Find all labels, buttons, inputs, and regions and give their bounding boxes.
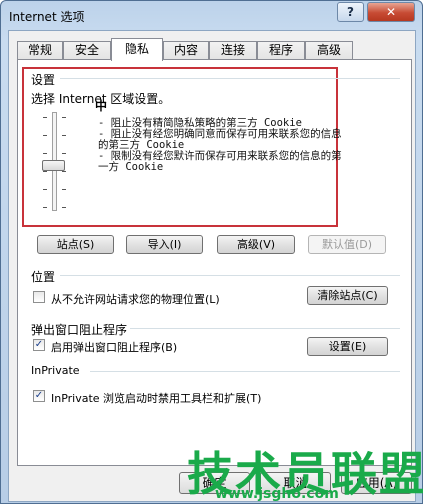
slider-tick	[43, 171, 47, 172]
sites-button[interactable]: 站点(S)	[37, 235, 114, 254]
popup-divider	[130, 328, 400, 329]
close-button[interactable]: ✕	[367, 2, 415, 22]
settings-divider	[60, 78, 400, 79]
tab-advanced[interactable]: 高级	[305, 41, 353, 60]
tab-content[interactable]: 内容	[163, 41, 209, 60]
settings-group-label: 设置	[31, 73, 56, 87]
inprivate-checkbox-label[interactable]: InPrivate 浏览启动时禁用工具栏和扩展(T)	[51, 390, 261, 406]
popup-checkbox[interactable]: ✓	[33, 339, 45, 351]
location-divider	[60, 275, 400, 276]
help-button[interactable]: ?	[337, 2, 364, 22]
location-checkbox[interactable]	[33, 291, 45, 303]
tab-privacy[interactable]: 隐私	[111, 38, 163, 61]
slider-tick	[43, 135, 47, 136]
dialog-client-area: 常规 安全 隐私 内容 连接 程序 高级 设置 选择 Internet 区域设置…	[8, 30, 416, 502]
popup-settings-button[interactable]: 设置(E)	[307, 337, 388, 356]
privacy-level: 中	[95, 99, 108, 113]
tab-programs[interactable]: 程序	[257, 41, 305, 60]
slider-tick	[43, 117, 47, 118]
default-button[interactable]: 默认值(D)	[308, 235, 386, 254]
inprivate-divider	[90, 371, 400, 372]
location-checkbox-label[interactable]: 从不允许网站请求您的物理位置(L)	[51, 291, 220, 307]
watermark-url: www.jsgho.com	[215, 486, 339, 502]
description-line: 一方 Cookie	[98, 161, 164, 173]
slider-tick	[62, 171, 66, 172]
inprivate-checkbox[interactable]: ✓	[33, 390, 45, 402]
privacy-description: - 阻止没有精简隐私策略的第三方 Cookie - 阻止没有经您明确同意而保存可…	[98, 118, 398, 173]
tab-security[interactable]: 安全	[63, 41, 111, 60]
slider-tick	[62, 207, 66, 208]
slider-tick	[62, 189, 66, 190]
import-button[interactable]: 导入(I)	[126, 235, 203, 254]
clear-sites-button[interactable]: 清除站点(C)	[307, 286, 388, 305]
popup-checkbox-label[interactable]: 启用弹出窗口阻止程序(B)	[51, 339, 177, 355]
privacy-slider-thumb[interactable]	[42, 160, 65, 172]
slider-tick	[43, 189, 47, 190]
inprivate-group-label: InPrivate	[31, 364, 80, 377]
slider-tick	[43, 207, 47, 208]
slider-tick	[62, 117, 66, 118]
location-group-label: 位置	[31, 270, 56, 284]
slider-tick	[43, 153, 47, 154]
tab-strip: 常规 安全 隐私 内容 连接 程序 高级	[17, 38, 412, 61]
title-bar[interactable]: Internet 选项 ? ✕	[1, 1, 422, 31]
slider-tick	[62, 135, 66, 136]
tab-general[interactable]: 常规	[17, 41, 63, 60]
popup-group-label: 弹出窗口阻止程序	[31, 323, 128, 337]
tab-connections[interactable]: 连接	[209, 41, 257, 60]
slider-tick	[62, 153, 66, 154]
privacy-panel: 设置 选择 Internet 区域设置。 中 - 阻止没有精简隐私策略的第三方 …	[17, 59, 412, 466]
advanced-button[interactable]: 高级(V)	[217, 235, 295, 254]
window-title: Internet 选项	[9, 10, 85, 24]
internet-options-window: Internet 选项 ? ✕ 常规 安全 隐私 内容 连接 程序 高级 设置 …	[0, 0, 423, 504]
